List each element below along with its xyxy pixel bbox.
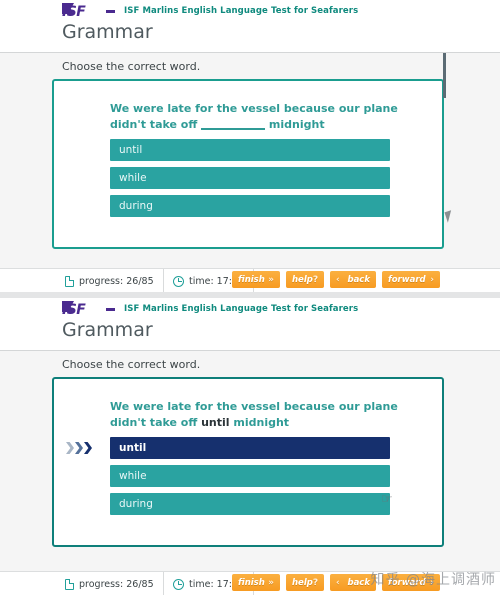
option-until[interactable]: until xyxy=(110,139,390,161)
progress-label-2: progress: 26/85 xyxy=(79,578,154,590)
app-header: ISF ISF Marlins English Language Test fo… xyxy=(0,0,500,53)
question-mark-icon: ? xyxy=(312,274,319,285)
filled-answer-word: until xyxy=(201,416,230,429)
progress-label: progress: 26/85 xyxy=(79,275,154,287)
back-button-label-2: back xyxy=(347,577,370,588)
chevron-left-icon: ‹ xyxy=(336,274,340,285)
finish-button[interactable]: finish » xyxy=(232,271,280,288)
mouse-cursor-hand: ☞ xyxy=(381,492,393,507)
isf-logo-dash xyxy=(106,10,115,13)
help-button[interactable]: help ? xyxy=(286,271,324,288)
test-screen-after-answer: ISF ISF Marlins English Language Test fo… xyxy=(0,298,500,595)
isf-logo-2: ISF xyxy=(62,301,116,319)
question-text-before: We were late for the vessel because our … xyxy=(110,102,398,131)
document-icon xyxy=(65,275,74,287)
question-card: We were late for the vessel because our … xyxy=(52,79,444,249)
test-screen-before-answer: ISF ISF Marlins English Language Test fo… xyxy=(0,0,500,292)
finish-button-2[interactable]: finish » xyxy=(232,574,280,591)
finish-button-label-2: finish xyxy=(238,577,265,588)
help-button-label-2: help xyxy=(292,577,313,588)
brand-tagline-2: ISF Marlins English Language Test for Se… xyxy=(124,304,359,314)
double-chevron-right-icon-2: » xyxy=(268,577,274,588)
isf-logo: ISF xyxy=(62,3,116,21)
selection-chevrons-icon xyxy=(66,439,106,457)
double-chevron-right-icon: » xyxy=(268,274,274,285)
answer-options-2: until while during xyxy=(66,437,390,521)
progress-indicator-2: progress: 26/85 xyxy=(56,572,164,595)
progress-indicator: progress: 26/85 xyxy=(56,269,164,292)
option-while[interactable]: while xyxy=(110,167,390,189)
watermark: 知乎 @海上调酒师 xyxy=(370,572,496,588)
clock-icon xyxy=(173,275,184,287)
instruction-text-2: Choose the correct word. xyxy=(62,358,201,371)
forward-button[interactable]: forward › xyxy=(382,271,440,288)
scrollbar[interactable] xyxy=(443,53,446,98)
help-button-2[interactable]: help ? xyxy=(286,574,324,591)
brand-tagline: ISF Marlins English Language Test for Se… xyxy=(124,6,359,16)
question-text: We were late for the vessel because our … xyxy=(110,101,410,133)
app-header-2: ISF ISF Marlins English Language Test fo… xyxy=(0,298,500,351)
option-during[interactable]: during xyxy=(110,195,390,217)
status-footer: progress: 26/85 time: 17:30 finish » hel… xyxy=(0,268,500,292)
isf-logo-text: ISF xyxy=(62,4,86,20)
chevron-right-icon: › xyxy=(430,274,434,285)
question-text-after: midnight xyxy=(265,118,325,131)
page-title: Grammar xyxy=(62,21,153,43)
question-card-2: We were late for the vessel because our … xyxy=(52,377,444,547)
clock-icon-2 xyxy=(173,578,184,590)
chevron-left-icon-2: ‹ xyxy=(336,577,340,588)
document-icon-2 xyxy=(65,578,74,590)
option-while-2[interactable]: while xyxy=(110,465,390,487)
help-button-label: help xyxy=(292,274,313,285)
option-until-label: until xyxy=(119,442,147,454)
footer-buttons: finish » help ? ‹ back forward › xyxy=(232,271,440,288)
isf-logo-dash-2 xyxy=(106,308,115,311)
page-title-2: Grammar xyxy=(62,319,153,341)
question-stage: Choose the correct word. We were late fo… xyxy=(0,53,500,292)
mouse-cursor-arrow xyxy=(444,210,458,227)
back-button-label: back xyxy=(347,274,370,285)
isf-logo-text-2: ISF xyxy=(62,302,86,318)
option-during-2[interactable]: during xyxy=(110,493,390,515)
question-stage-2: Choose the correct word. We were late fo… xyxy=(0,351,500,595)
question-mark-icon-2: ? xyxy=(312,577,319,588)
answer-options: until while during xyxy=(110,139,390,223)
finish-button-label: finish xyxy=(238,274,265,285)
answer-blank xyxy=(201,128,266,130)
option-until-selected[interactable]: until xyxy=(66,437,390,459)
question-text-after-2: midnight xyxy=(229,416,290,429)
question-text-2: We were late for the vessel because our … xyxy=(110,399,410,431)
back-button[interactable]: ‹ back xyxy=(330,271,376,288)
back-button-2[interactable]: ‹ back xyxy=(330,574,376,591)
instruction-text: Choose the correct word. xyxy=(62,60,201,73)
forward-button-label: forward xyxy=(388,274,426,285)
